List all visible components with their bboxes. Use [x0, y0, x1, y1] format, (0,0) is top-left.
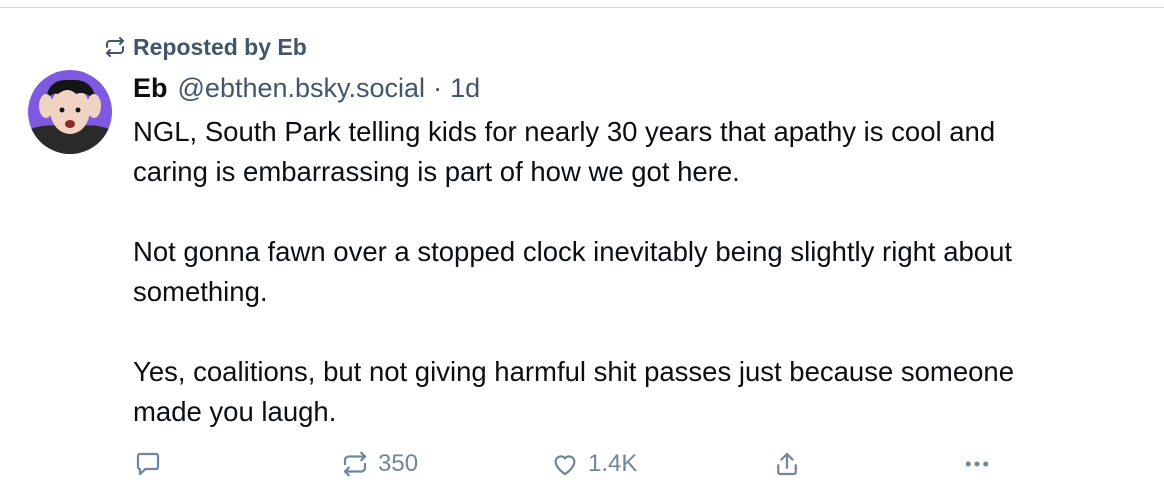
repost-banner[interactable]: Reposted by Eb [103, 32, 307, 62]
post-paragraph: NGL, South Park telling kids for nearly … [133, 116, 996, 187]
repost-count: 350 [378, 450, 419, 477]
post-paragraph: Not gonna fawn over a stopped clock inev… [133, 236, 1013, 307]
repost-button[interactable]: 350 [340, 444, 418, 484]
author-handle[interactable]: @ebthen.bsky.social [178, 73, 426, 104]
heart-icon [554, 455, 576, 476]
share-button[interactable] [772, 444, 802, 484]
post-text: NGL, South Park telling kids for nearly … [133, 112, 1163, 432]
reply-icon [136, 452, 160, 476]
post-header: Eb @ebthen.bsky.social · 1d [133, 68, 480, 108]
more-options-button[interactable] [962, 444, 992, 484]
repost-icon [343, 451, 367, 477]
reply-button[interactable] [133, 444, 163, 484]
repost-icon [106, 37, 124, 57]
author-display-name[interactable]: Eb [133, 73, 168, 104]
share-icon [777, 452, 797, 476]
like-count: 1.4K [588, 450, 638, 477]
top-divider [0, 0, 1164, 8]
avatar[interactable] [28, 70, 112, 154]
post-timestamp[interactable]: 1d [450, 73, 480, 104]
post-paragraph: Yes, coalitions, but not giving harmful … [133, 356, 1015, 427]
repost-banner-text: Reposted by Eb [133, 33, 307, 60]
header-separator: · [433, 72, 443, 103]
like-button[interactable]: 1.4K [550, 444, 637, 484]
more-icon [965, 461, 989, 467]
